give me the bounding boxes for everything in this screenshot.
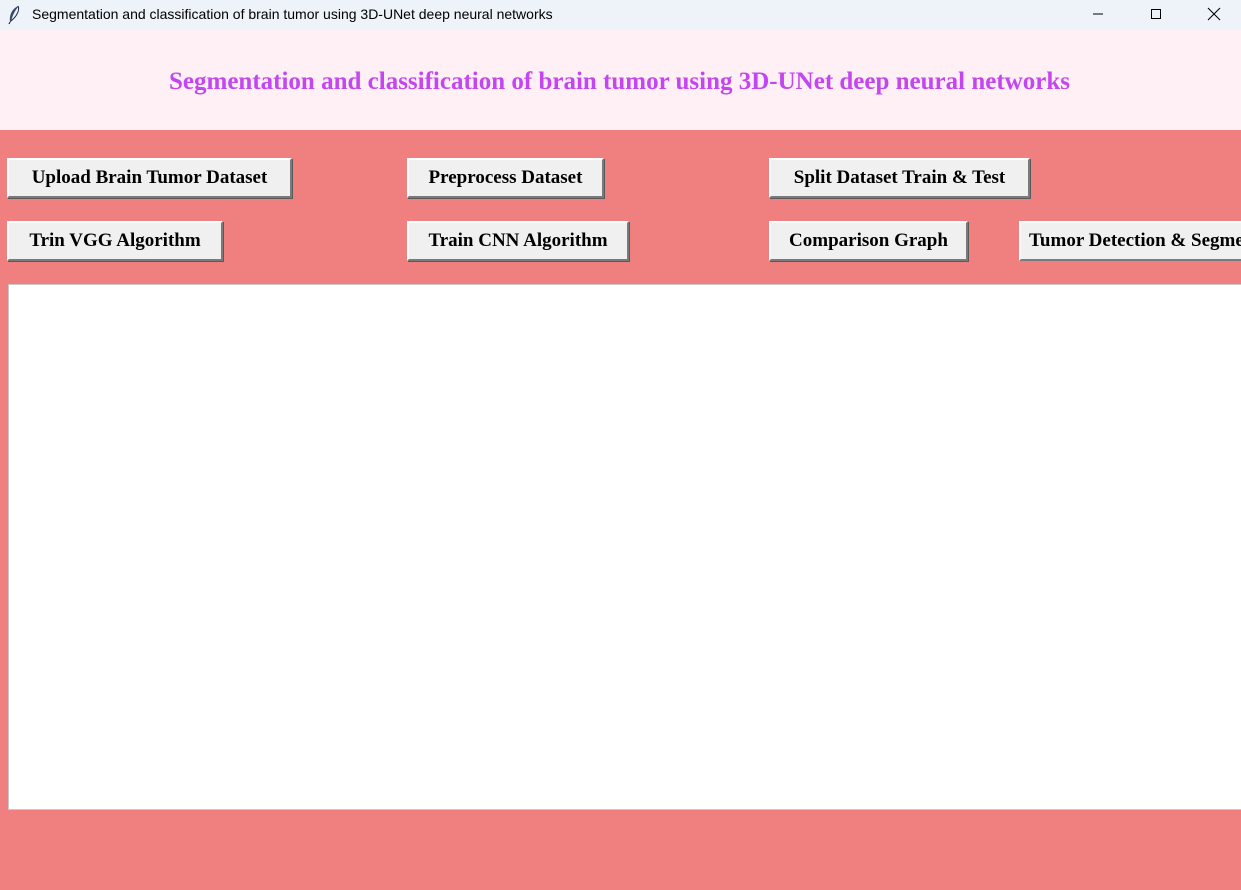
tumor-detection-button[interactable]: Tumor Detection & Segmentation xyxy=(1019,221,1241,261)
minimize-button[interactable] xyxy=(1069,0,1127,30)
output-text-area[interactable] xyxy=(8,284,1241,810)
feather-icon xyxy=(6,5,22,25)
comparison-graph-button[interactable]: Comparison Graph xyxy=(769,221,968,261)
minimize-icon xyxy=(1092,7,1104,23)
train-vgg-button[interactable]: Trin VGG Algorithm xyxy=(7,221,223,261)
window-titlebar: Segmentation and classification of brain… xyxy=(0,0,1241,30)
preprocess-dataset-button[interactable]: Preprocess Dataset xyxy=(407,158,604,198)
window-title: Segmentation and classification of brain… xyxy=(32,6,553,22)
page-title: Segmentation and classification of brain… xyxy=(169,68,1070,95)
maximize-icon xyxy=(1150,7,1162,23)
upload-dataset-button[interactable]: Upload Brain Tumor Dataset xyxy=(7,158,292,198)
close-button[interactable] xyxy=(1185,0,1241,30)
maximize-button[interactable] xyxy=(1127,0,1185,30)
split-dataset-button[interactable]: Split Dataset Train & Test xyxy=(769,158,1030,198)
train-cnn-button[interactable]: Train CNN Algorithm xyxy=(407,221,629,261)
close-icon xyxy=(1207,7,1221,24)
